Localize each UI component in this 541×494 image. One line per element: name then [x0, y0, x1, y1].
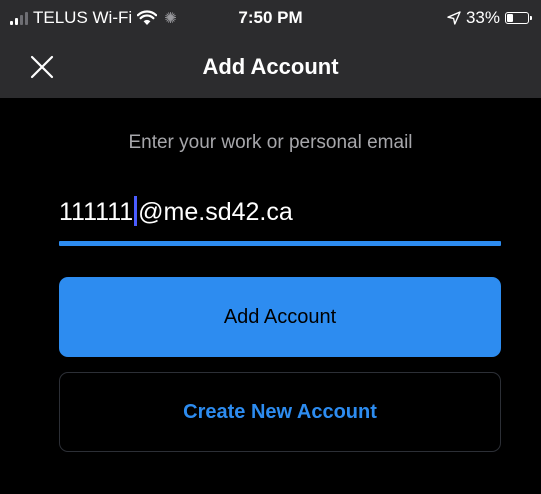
add-account-screen: TELUS Wi-Fi ✺ 7:50 PM 33% Add Account En… [0, 0, 541, 494]
email-underline [59, 241, 501, 246]
battery-fill [507, 14, 513, 22]
text-caret [134, 196, 138, 226]
nav-bar: Add Account [0, 36, 541, 98]
status-right: 33% [447, 8, 532, 28]
email-value[interactable]: 111111 @me.sd42.ca [59, 196, 293, 227]
add-account-button[interactable]: Add Account [59, 277, 501, 357]
location-arrow-icon [447, 11, 461, 25]
page-title: Add Account [202, 54, 339, 79]
status-bar: TELUS Wi-Fi ✺ 7:50 PM 33% [0, 0, 541, 36]
email-text-before-caret: 111111 [59, 198, 134, 226]
email-prompt: Enter your work or personal email [128, 132, 413, 153]
create-new-account-button[interactable]: Create New Account [59, 372, 501, 452]
email-text-after-caret: @me.sd42.ca [138, 198, 293, 226]
battery-icon [505, 12, 532, 24]
email-input[interactable]: 111111 @me.sd42.ca [59, 186, 501, 248]
battery-percent: 33% [465, 8, 500, 27]
